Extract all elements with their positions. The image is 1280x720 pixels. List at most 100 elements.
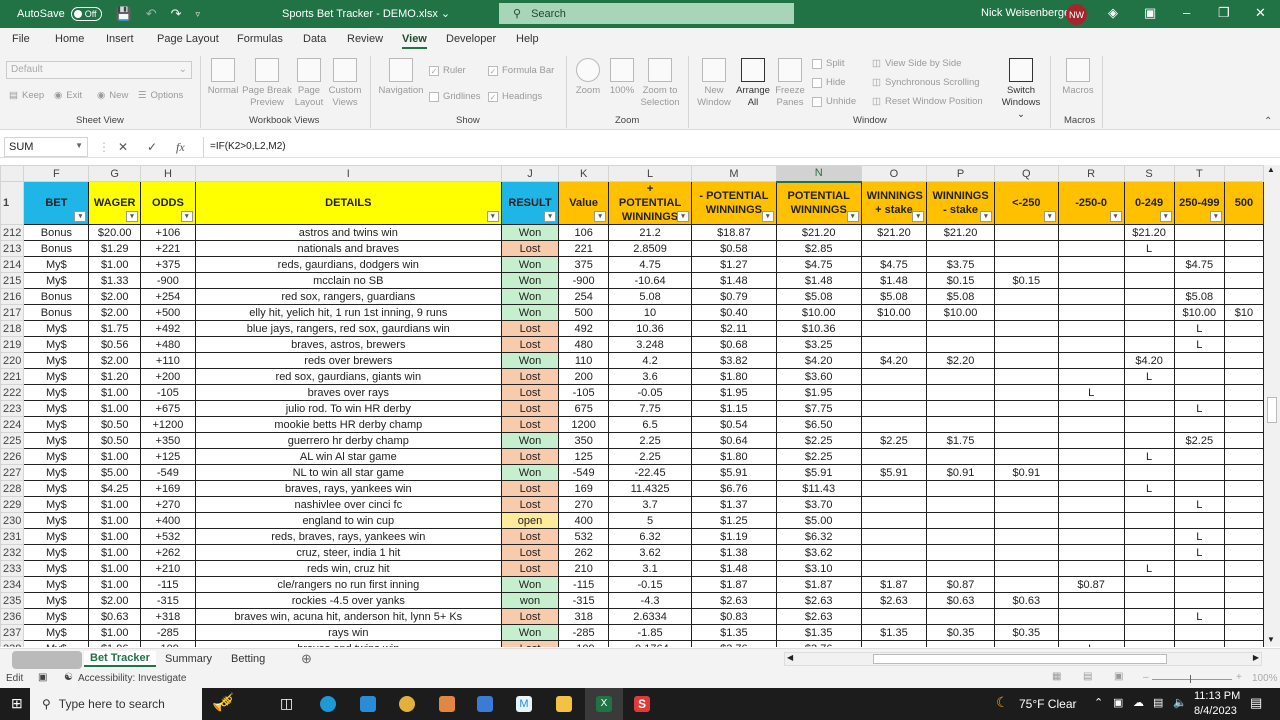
filter-dropdown-icon[interactable]: ▾ [180,211,193,222]
cell[interactable]: +210 [140,560,196,577]
restore-icon[interactable]: ❐ [1218,5,1230,21]
cell[interactable]: reds, gaurdians, dodgers win [194,256,502,273]
cell[interactable]: My$ [23,320,90,337]
row-number[interactable]: 1 [0,181,25,225]
cell[interactable]: 4.75 [608,256,692,273]
cell[interactable]: 6.32 [608,528,692,545]
cell[interactable]: $5.08 [926,288,995,305]
cell[interactable]: $1.87 [775,576,862,593]
cell[interactable]: $1.95 [775,384,862,401]
store-icon[interactable] [477,696,493,712]
cell[interactable] [860,368,928,385]
cell[interactable] [1123,400,1175,417]
cell[interactable]: -549 [558,464,610,481]
zoom-to-selection-button[interactable]: Zoom to Selection [638,58,682,109]
cell[interactable] [1223,624,1264,641]
cell[interactable]: -22.45 [608,464,692,481]
cell[interactable]: 106 [558,224,610,241]
cell[interactable] [1057,256,1125,273]
cell[interactable]: $21.20 [775,224,862,241]
cell[interactable]: $0.64 [691,432,777,449]
cell[interactable]: 500 [558,304,610,321]
cell[interactable]: $2.63 [775,592,862,609]
filter-dropdown-icon[interactable]: ▾ [761,211,774,222]
cell[interactable] [860,560,928,577]
cell[interactable]: -900 [558,272,610,289]
cell[interactable]: $1.00 [88,256,142,273]
cell[interactable] [993,432,1059,449]
cell[interactable] [993,288,1059,305]
cell[interactable] [1057,592,1125,609]
cell[interactable]: L [1057,640,1125,647]
snagit-icon[interactable]: S [634,696,650,712]
cell[interactable]: $1.00 [88,544,142,561]
cell[interactable] [993,336,1059,353]
cell[interactable] [993,560,1059,577]
cell[interactable]: L [1123,448,1175,465]
cell[interactable]: Bonus [23,304,90,321]
cell[interactable]: 125 [558,448,610,465]
cell[interactable]: $1.87 [860,576,928,593]
cell[interactable] [993,528,1059,545]
cell[interactable]: $3.10 [775,560,862,577]
cell[interactable]: $5.91 [775,464,862,481]
cell[interactable]: $1.95 [691,384,777,401]
filter-dropdown-icon[interactable]: ▾ [486,211,499,222]
cell[interactable]: Lost [500,320,560,337]
cell[interactable]: $5.91 [691,464,777,481]
header-cell[interactable]: 500 [1223,181,1264,225]
cell[interactable]: My$ [23,592,90,609]
header-cell[interactable]: WINNINGS - stake ▾ [926,181,995,225]
cell[interactable] [1057,288,1125,305]
cell[interactable]: $5.08 [1173,288,1225,305]
cell[interactable]: +492 [140,320,196,337]
cell[interactable]: 400 [558,512,610,529]
onedrive-icon[interactable]: ☁ [1133,696,1144,709]
user-name[interactable]: Nick Weisenberger [981,7,1074,19]
page-break-preview-button[interactable]: Page Break Preview [242,58,292,109]
cell[interactable] [1173,624,1225,641]
cell[interactable] [860,448,928,465]
close-icon[interactable]: ✕ [1255,5,1266,21]
cell[interactable]: $3.76 [775,640,862,647]
cell[interactable]: red sox, rangers, guardians [194,288,502,305]
cell[interactable]: $0.54 [691,416,777,433]
cell[interactable]: Won [500,352,560,369]
cell[interactable]: $10 [1223,304,1264,321]
cell[interactable]: Lost [500,400,560,417]
cell[interactable]: $0.91 [993,464,1059,481]
cell[interactable] [1173,416,1225,433]
cell[interactable] [926,608,995,625]
cell[interactable]: My$ [23,384,90,401]
column-header[interactable]: O [860,165,928,182]
tab-home[interactable]: Home [55,33,84,45]
header-cell[interactable]: Value ▾ [558,181,610,225]
cell[interactable] [1173,224,1225,241]
horizontal-scrollbar[interactable]: ◀ ▶ [784,652,1262,666]
exit-button[interactable]: ◉ Exit [54,90,82,101]
cell[interactable]: My$ [23,416,90,433]
cell[interactable]: $0.35 [993,624,1059,641]
cell[interactable] [1223,256,1264,273]
cell[interactable]: $1.00 [88,624,142,641]
cell[interactable]: -285 [558,624,610,641]
cell[interactable] [926,384,995,401]
cell[interactable]: +125 [140,448,196,465]
cell[interactable]: reds, braves, rays, yankees win [194,528,502,545]
cell[interactable] [993,448,1059,465]
m-app-icon[interactable]: M [516,696,532,712]
cell[interactable] [926,528,995,545]
cell[interactable]: $1.48 [691,272,777,289]
cell[interactable] [1223,368,1264,385]
page-layout-view-icon[interactable]: ▤ [1083,671,1092,682]
cell[interactable]: $1.00 [88,560,142,577]
row-number[interactable]: 224 [0,416,25,433]
sheet-tab-bet-tracker[interactable]: Bet Tracker [84,651,156,667]
autosave-toggle[interactable]: Off [70,7,102,21]
taskbar-search[interactable]: ⚲ Type here to search [30,688,202,720]
cell[interactable] [1173,560,1225,577]
cell[interactable]: 3.62 [608,544,692,561]
cell[interactable]: astros and twins win [194,224,502,241]
worksheet-grid[interactable]: FGHIJKLMNOPQRST 1 BET ▾ WAGER ▾ ODDS ▾ DETAILS ▾… [0,165,1264,647]
cell[interactable] [1173,512,1225,529]
